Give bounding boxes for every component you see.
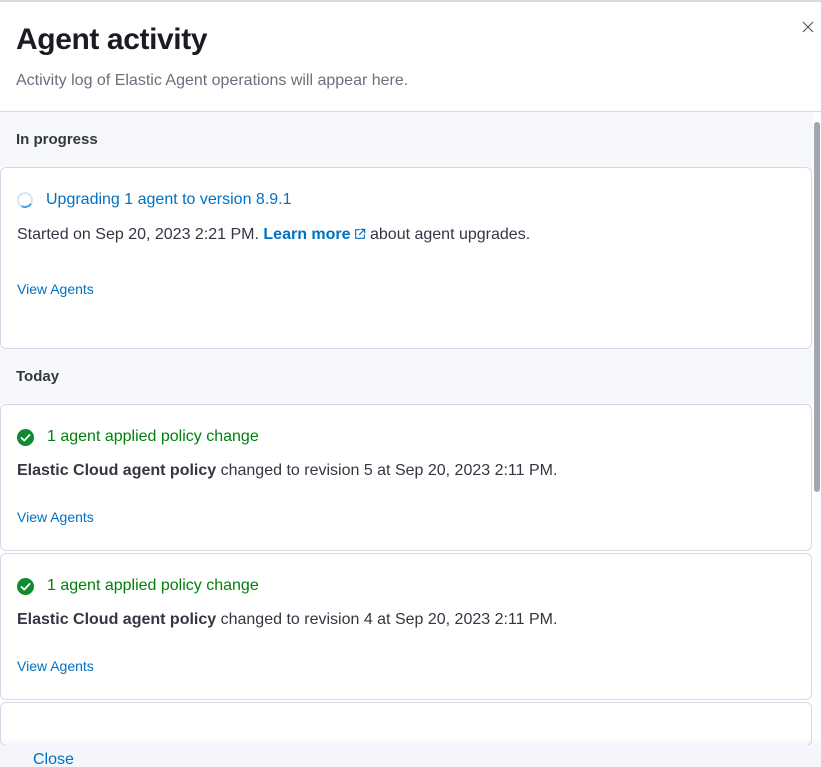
loading-spinner-icon [15, 190, 35, 210]
card-body-text: Elastic Cloud agent policy changed to re… [17, 610, 795, 629]
body-rest: changed to revision 5 at Sep 20, 2023 2:… [221, 462, 558, 479]
view-agents-link[interactable]: View Agents [17, 281, 94, 298]
check-in-circle-icon [17, 578, 34, 595]
section-header-in-progress: In progress [0, 112, 813, 167]
close-button[interactable] [799, 18, 817, 36]
section-label: In progress [16, 131, 98, 148]
policy-change-title: 1 agent applied policy change [47, 574, 259, 598]
upgrade-title-link[interactable]: Upgrading 1 agent to version 8.9.1 [46, 188, 292, 212]
body-suffix: about agent upgrades. [370, 226, 530, 243]
card-body-text: Started on Sep 20, 2023 2:21 PM. Learn m… [17, 225, 795, 244]
body-prefix: Started on Sep 20, 2023 2:21 PM. [17, 226, 259, 243]
policy-name: Elastic Cloud agent policy [17, 611, 216, 628]
close-icon [802, 21, 814, 33]
card-title-row: 1 agent applied policy change [17, 574, 795, 598]
card-title-row: Upgrading 1 agent to version 8.9.1 [17, 188, 795, 212]
activity-card-partial [0, 702, 812, 745]
learn-more-link[interactable]: Learn more [263, 226, 365, 243]
activity-card-policy-rev4: 1 agent applied policy change Elastic Cl… [0, 553, 812, 700]
activity-card-policy-rev5: 1 agent applied policy change Elastic Cl… [0, 404, 812, 551]
agent-activity-flyout: Agent activity Activity log of Elastic A… [0, 0, 821, 767]
policy-change-title: 1 agent applied policy change [47, 425, 259, 449]
check-in-circle-icon [17, 429, 34, 446]
policy-name: Elastic Cloud agent policy [17, 462, 216, 479]
footer-close-link[interactable]: Close [33, 751, 74, 767]
card-title-row: 1 agent applied policy change [17, 425, 795, 449]
flyout-footer: Close [0, 745, 821, 767]
activity-card-upgrade: Upgrading 1 agent to version 8.9.1 Start… [0, 167, 812, 349]
learn-more-label: Learn more [263, 226, 350, 243]
external-link-icon [354, 228, 366, 240]
flyout-header: Agent activity Activity log of Elastic A… [0, 2, 821, 112]
body-rest: changed to revision 4 at Sep 20, 2023 2:… [221, 611, 558, 628]
vertical-scrollbar-thumb[interactable] [814, 122, 820, 492]
card-body-text: Elastic Cloud agent policy changed to re… [17, 461, 795, 480]
section-label: Today [16, 368, 59, 385]
section-header-today: Today [0, 349, 813, 404]
flyout-subtitle: Activity log of Elastic Agent operations… [16, 71, 773, 90]
view-agents-link[interactable]: View Agents [17, 658, 94, 675]
page-title: Agent activity [16, 22, 773, 58]
activity-scroll-area: In progress Upgrading 1 agent to version… [0, 112, 813, 745]
view-agents-link[interactable]: View Agents [17, 509, 94, 526]
